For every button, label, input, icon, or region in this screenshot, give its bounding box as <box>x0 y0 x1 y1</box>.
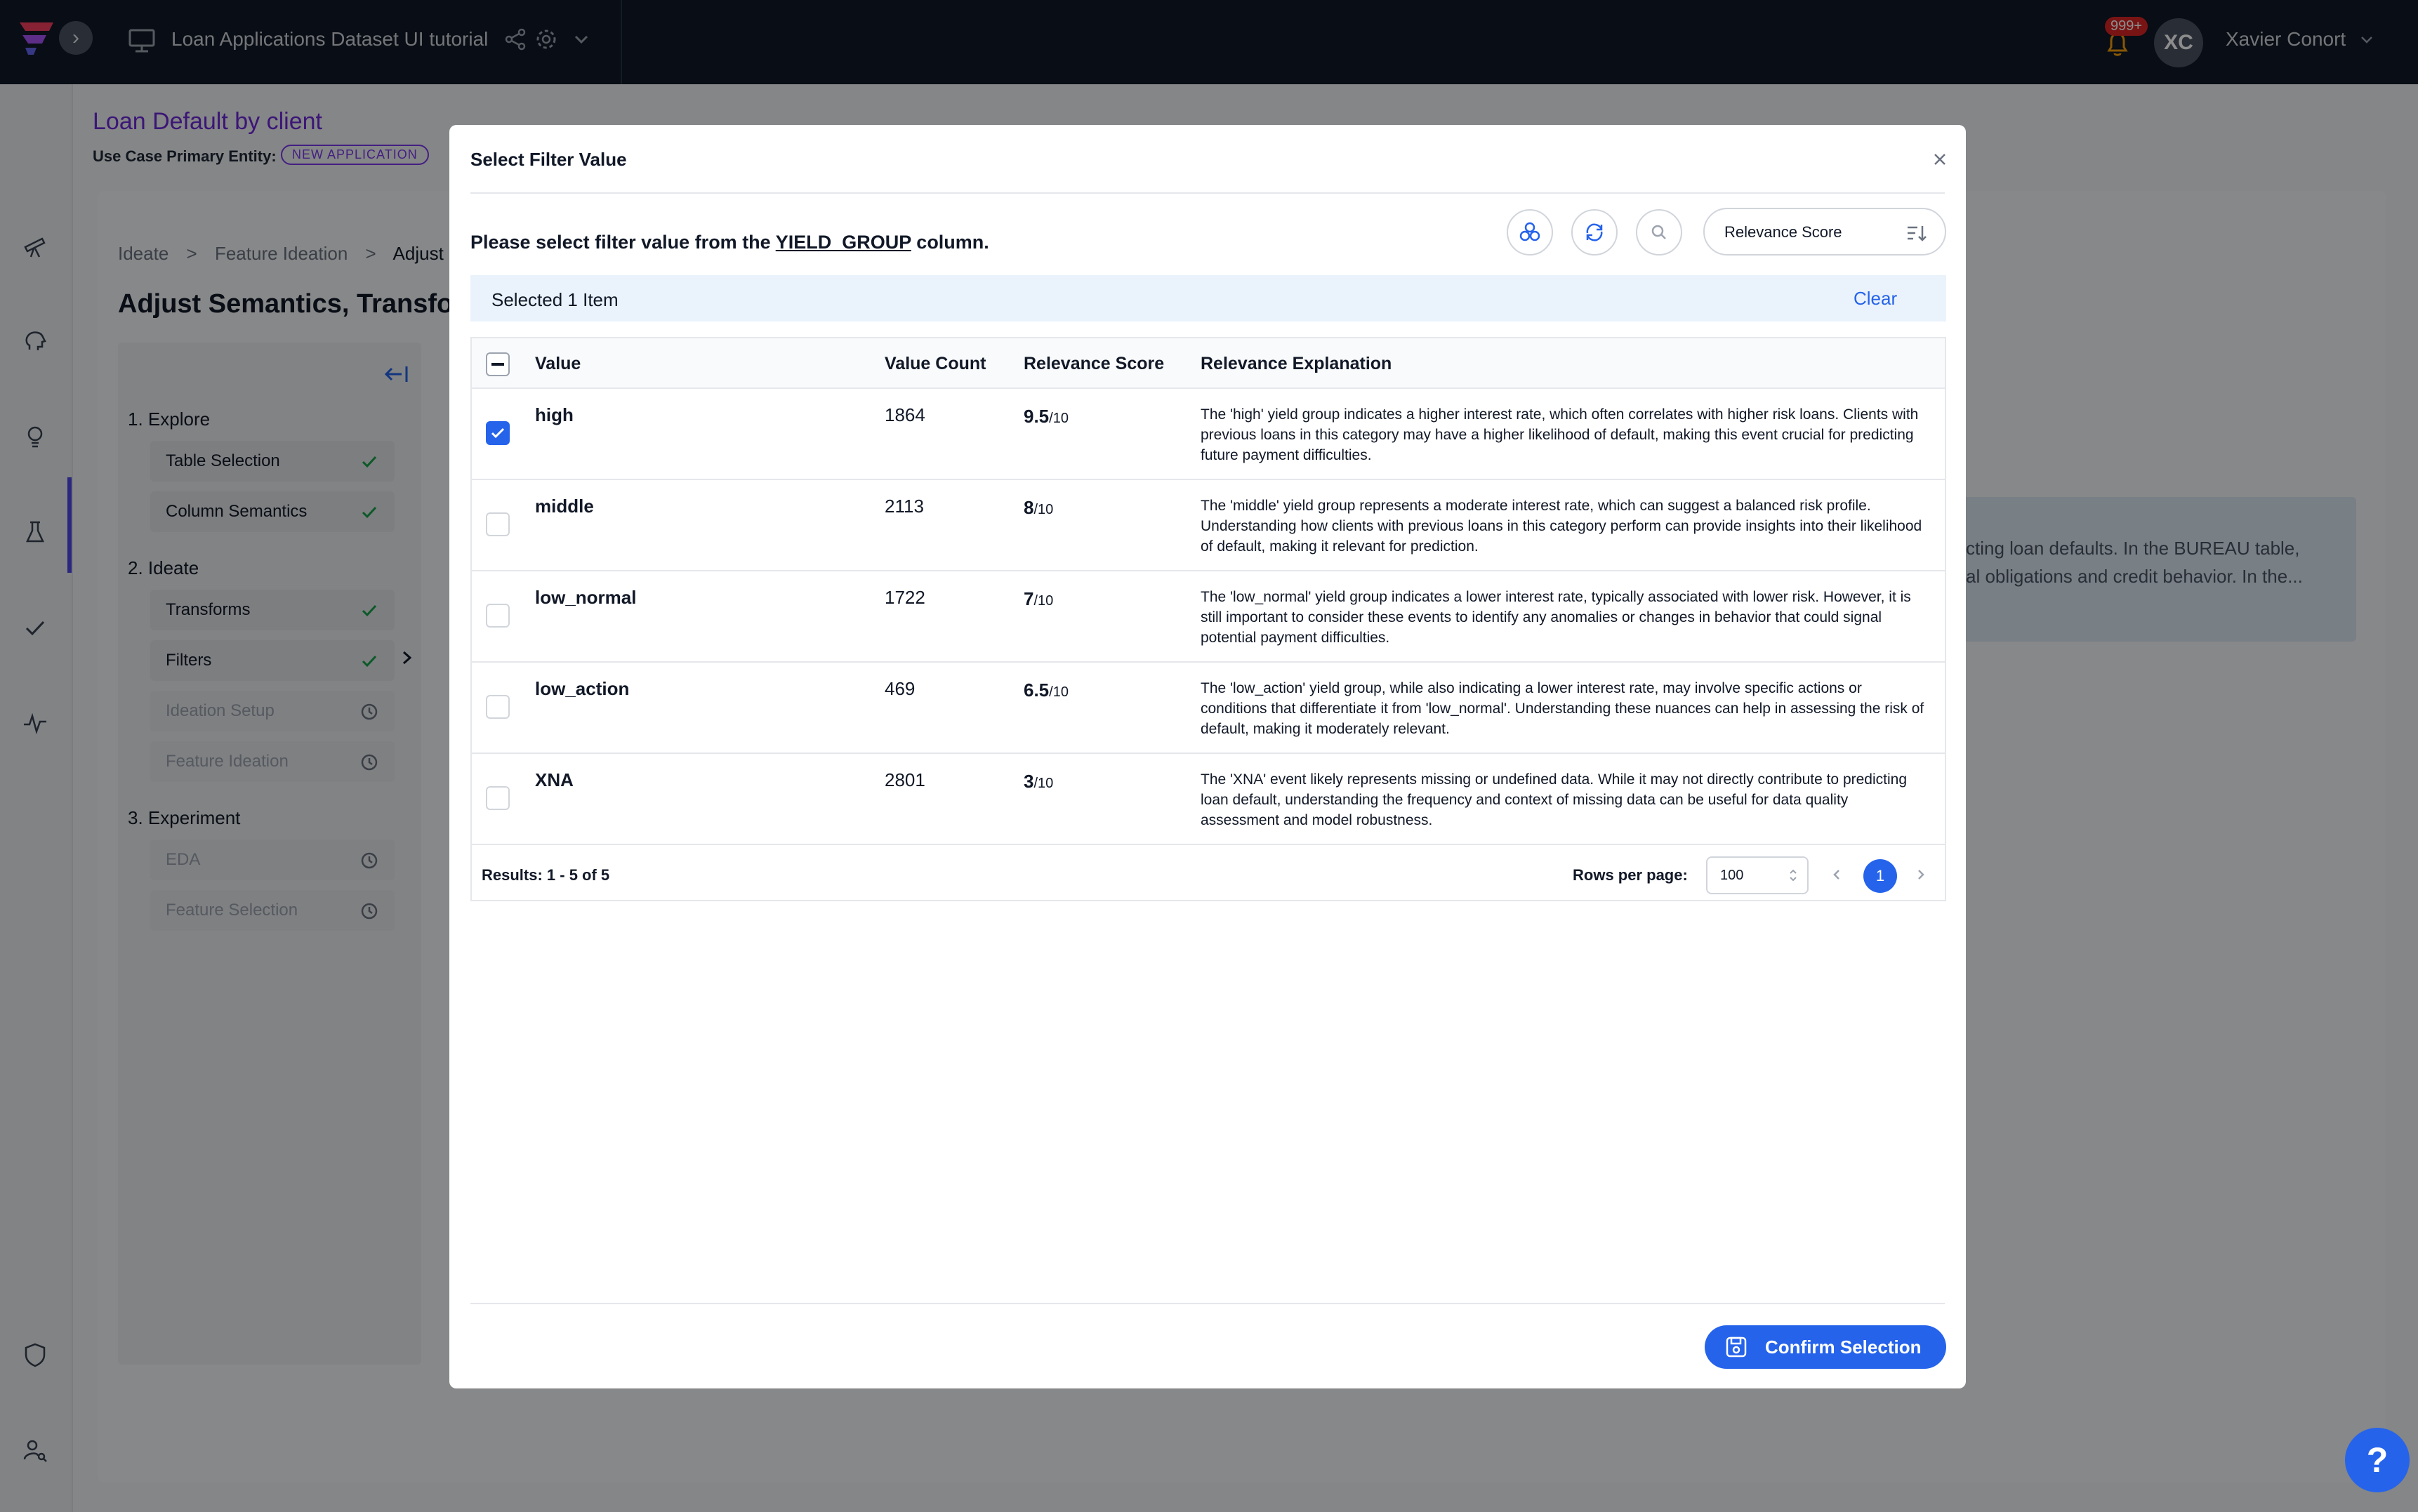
row-checkbox[interactable] <box>486 786 510 810</box>
sort-select-value: Relevance Score <box>1724 223 1842 241</box>
chevron-right-icon[interactable] <box>1914 866 1928 883</box>
cell-score: 8/10 <box>1024 497 1053 519</box>
help-button[interactable]: ? <box>2345 1428 2410 1492</box>
group-icon <box>1519 222 1540 241</box>
row-checkbox[interactable] <box>486 604 510 628</box>
rows-per-page-label: Rows per page: <box>1573 866 1688 884</box>
selection-summary-bar: Selected 1 Item Clear <box>470 275 1946 321</box>
refresh-icon <box>1586 223 1603 241</box>
cell-value: XNA <box>535 769 574 790</box>
score-denominator: /10 <box>1033 593 1054 609</box>
table-row[interactable]: low_normal 1722 7/10 The 'low_normal' yi… <box>472 571 1945 663</box>
cell-value: low_action <box>535 678 630 699</box>
select-arrows-icon <box>1790 869 1797 882</box>
divider <box>470 1303 1945 1304</box>
prompt-prefix: Please select filter value from the <box>470 232 771 253</box>
row-checkbox[interactable] <box>486 512 510 536</box>
close-icon[interactable] <box>1929 149 1950 170</box>
cell-explanation: The 'middle' yield group represents a mo… <box>1201 498 1922 555</box>
cell-explanation: The 'low_action' yield group, while also… <box>1201 680 1924 737</box>
results-count: Results: 1 - 5 of 5 <box>482 866 610 884</box>
cell-count: 2113 <box>885 496 924 517</box>
column-name: YIELD_GROUP <box>775 232 911 253</box>
select-filter-value-dialog: Select Filter Value Please select filter… <box>449 125 1966 1388</box>
table-footer: Results: 1 - 5 of 5 Rows per page: 100 1 <box>472 851 1945 900</box>
sort-select[interactable]: Relevance Score <box>1703 208 1946 256</box>
select-all-checkbox[interactable] <box>486 352 510 376</box>
dialog-title: Select Filter Value <box>470 149 627 170</box>
cell-score: 9.5/10 <box>1024 406 1069 427</box>
cell-count: 2801 <box>885 769 925 790</box>
cell-count: 1722 <box>885 587 925 608</box>
sort-icon <box>1908 226 1927 241</box>
cell-explanation: The 'high' yield group indicates a highe… <box>1201 406 1919 463</box>
score-denominator: /10 <box>1049 411 1069 426</box>
score-value: 9.5 <box>1024 406 1050 427</box>
search-icon <box>1651 225 1666 239</box>
table-row[interactable]: low_action 469 6.5/10 The 'low_action' y… <box>472 663 1945 754</box>
column-header-score: Relevance Score <box>1024 354 1165 373</box>
filter-prompt: Please select filter value from the YIEL… <box>470 232 989 253</box>
search-button[interactable] <box>1636 209 1682 256</box>
score-value: 3 <box>1024 771 1034 792</box>
column-header-count: Value Count <box>885 354 986 373</box>
score-denominator: /10 <box>1033 776 1054 791</box>
row-checkbox[interactable] <box>486 421 510 445</box>
cell-explanation: The 'low_normal' yield group indicates a… <box>1201 589 1911 646</box>
prompt-suffix: column. <box>916 232 989 253</box>
group-values-button[interactable] <box>1507 209 1553 256</box>
table-row[interactable]: middle 2113 8/10 The 'middle' yield grou… <box>472 480 1945 571</box>
table-header: Value Value Count Relevance Score Releva… <box>472 338 1945 389</box>
rows-per-page-select[interactable]: 100 <box>1706 856 1809 894</box>
cell-count: 1864 <box>885 404 925 425</box>
cell-value: high <box>535 404 574 425</box>
score-denominator: /10 <box>1049 684 1069 700</box>
row-checkbox[interactable] <box>486 695 510 719</box>
cell-value: low_normal <box>535 587 637 608</box>
cell-explanation: The 'XNA' event likely represents missin… <box>1201 771 1908 828</box>
check-icon <box>491 427 505 439</box>
score-value: 6.5 <box>1024 679 1050 701</box>
column-header-explanation: Relevance Explanation <box>1201 354 1392 373</box>
save-icon <box>1726 1337 1747 1358</box>
confirm-label: Confirm Selection <box>1765 1336 1922 1358</box>
filter-values-table: Value Value Count Relevance Score Releva… <box>470 337 1946 901</box>
clear-selection-button[interactable]: Clear <box>1854 288 1897 310</box>
cell-score: 7/10 <box>1024 588 1053 610</box>
rows-per-page-value: 100 <box>1720 868 1744 883</box>
selected-count: Selected 1 Item <box>491 289 619 310</box>
minus-icon <box>491 363 504 366</box>
cell-score: 6.5/10 <box>1024 679 1069 701</box>
score-denominator: /10 <box>1033 502 1054 517</box>
cell-value: middle <box>535 496 594 517</box>
cell-score: 3/10 <box>1024 771 1053 793</box>
table-row[interactable]: XNA 2801 3/10 The 'XNA' event likely rep… <box>472 754 1945 845</box>
column-header-value: Value <box>535 354 581 373</box>
score-value: 8 <box>1024 497 1034 518</box>
page-button-current[interactable]: 1 <box>1863 859 1897 893</box>
confirm-selection-button[interactable]: Confirm Selection <box>1705 1325 1946 1369</box>
table-row[interactable]: high 1864 9.5/10 The 'high' yield group … <box>472 389 1945 480</box>
divider <box>470 192 1945 194</box>
cell-count: 469 <box>885 678 916 699</box>
score-value: 7 <box>1024 588 1034 609</box>
refresh-button[interactable] <box>1571 209 1618 256</box>
chevron-left-icon[interactable] <box>1830 866 1844 883</box>
